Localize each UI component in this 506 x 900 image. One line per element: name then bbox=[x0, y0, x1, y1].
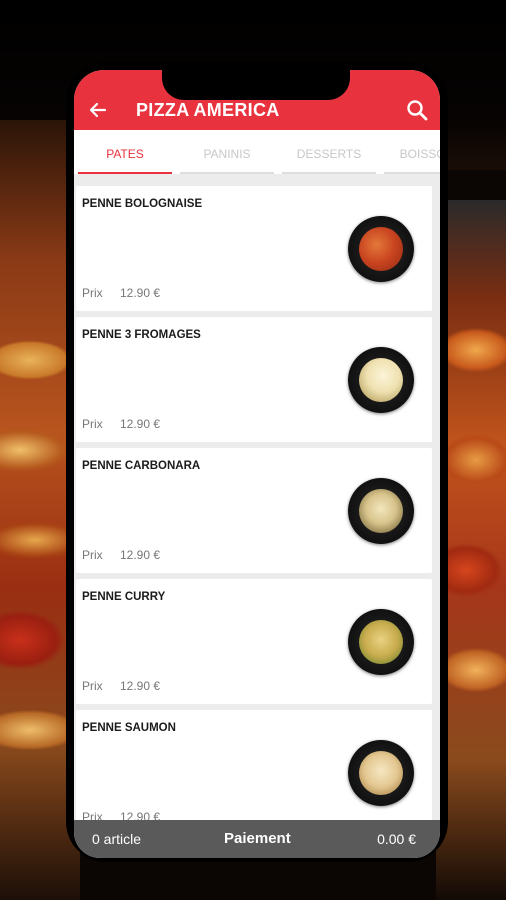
price-label: Prix bbox=[82, 679, 103, 693]
phone-notch bbox=[162, 70, 350, 100]
item-name: PENNE 3 FROMAGES bbox=[82, 329, 201, 341]
app-bar: PIZZA AMERICA bbox=[74, 70, 440, 130]
tab-boissons[interactable]: BOISSONS bbox=[382, 130, 440, 174]
item-name: PENNE CURRY bbox=[82, 591, 166, 603]
list-item[interactable]: PENNE CURRY Prix 12.90 € bbox=[76, 579, 432, 704]
tab-pates[interactable]: PATES bbox=[76, 130, 174, 174]
arrow-left-icon bbox=[89, 102, 107, 118]
food-image bbox=[359, 489, 403, 533]
list-item[interactable]: PENNE BOLOGNAISE Prix 12.90 € bbox=[76, 186, 432, 311]
payment-button[interactable]: Paiement bbox=[224, 830, 291, 847]
page-title: PIZZA AMERICA bbox=[136, 100, 280, 120]
category-tabs: PATES PANINIS DESSERTS BOISSONS bbox=[74, 130, 440, 174]
search-button[interactable] bbox=[404, 97, 430, 123]
item-name: PENNE CARBONARA bbox=[82, 460, 201, 472]
app-screen: PIZZA AMERICA PATES PANINIS DESSERTS BOI… bbox=[74, 70, 440, 858]
price-value: 12.90 € bbox=[120, 548, 161, 562]
search-icon bbox=[407, 100, 428, 121]
list-item[interactable]: PENNE CARBONARA Prix 12.90 € bbox=[76, 448, 432, 573]
food-image bbox=[359, 751, 403, 795]
penne-carbonara-plate bbox=[348, 478, 414, 544]
cart-count[interactable]: 0 article bbox=[92, 831, 141, 847]
penne-curry-plate bbox=[348, 609, 414, 675]
item-name: PENNE SAUMON bbox=[82, 722, 176, 734]
price-label: Prix bbox=[82, 810, 103, 820]
price-value: 12.90 € bbox=[120, 286, 161, 300]
price-value: 12.90 € bbox=[120, 679, 161, 693]
list-item[interactable]: PENNE SAUMON Prix 12.90 € bbox=[76, 710, 432, 820]
tab-paninis[interactable]: PANINIS bbox=[178, 130, 276, 174]
price-label: Prix bbox=[82, 548, 103, 562]
price-value: 12.90 € bbox=[120, 417, 161, 431]
food-image bbox=[359, 620, 403, 664]
food-image bbox=[359, 227, 403, 271]
cart-total: 0.00 € bbox=[377, 831, 416, 847]
food-image bbox=[359, 358, 403, 402]
penne-3-fromages-plate bbox=[348, 347, 414, 413]
tab-desserts[interactable]: DESSERTS bbox=[280, 130, 378, 174]
product-list[interactable]: PENNE BOLOGNAISE Prix 12.90 € PENNE 3 FR… bbox=[74, 180, 440, 820]
list-item[interactable]: PENNE 3 FROMAGES Prix 12.90 € bbox=[76, 317, 432, 442]
cart-footer: 0 article Paiement 0.00 € bbox=[74, 820, 440, 858]
item-name: PENNE BOLOGNAISE bbox=[82, 198, 203, 210]
penne-bolognaise-plate bbox=[348, 216, 414, 282]
price-label: Prix bbox=[82, 417, 103, 431]
price-label: Prix bbox=[82, 286, 103, 300]
penne-saumon-plate bbox=[348, 740, 414, 806]
price-value: 12.90 € bbox=[120, 810, 161, 820]
back-button[interactable] bbox=[86, 98, 110, 122]
